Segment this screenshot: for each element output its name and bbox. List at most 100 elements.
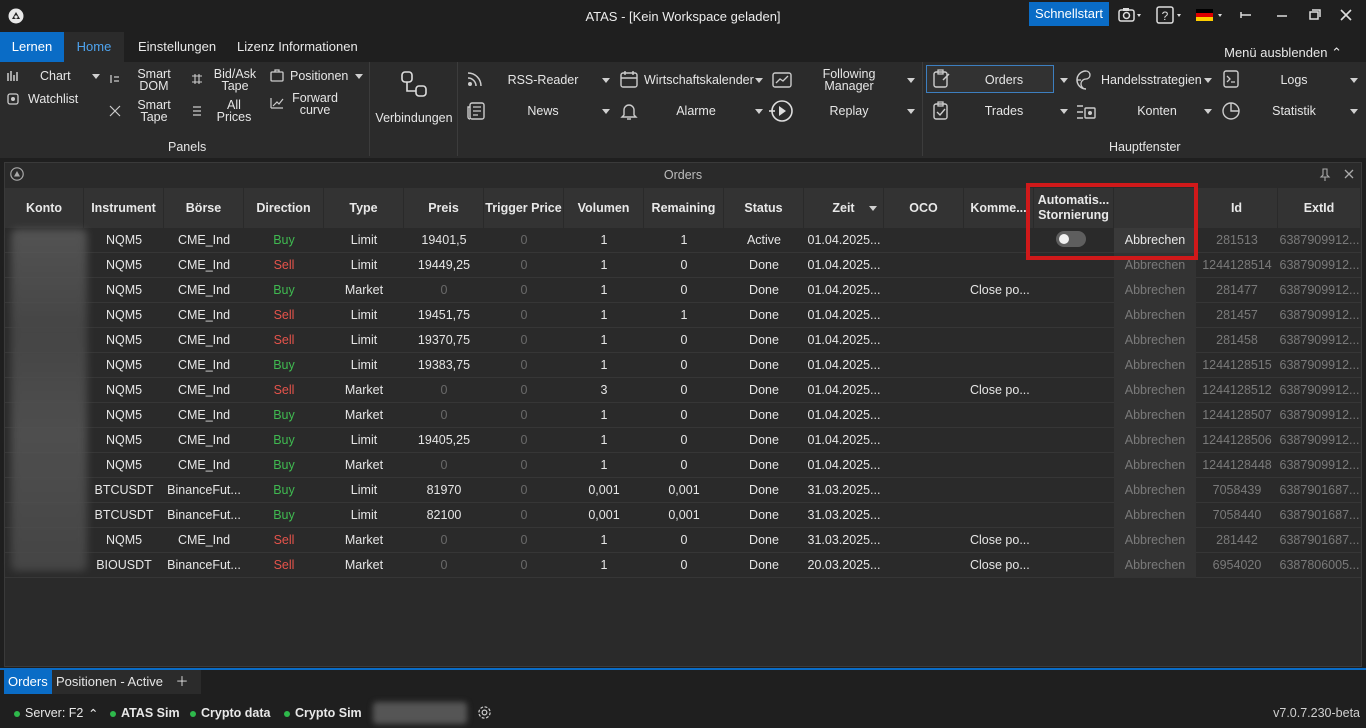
help-icon[interactable]: ? bbox=[1155, 6, 1187, 24]
add-tab-icon[interactable]: ＋ bbox=[163, 670, 201, 694]
cancel-order-button[interactable]: Abbrechen bbox=[1114, 378, 1196, 403]
column-header-kommentar[interactable]: Komme... bbox=[964, 188, 1034, 228]
replay-dropdown-icon[interactable] bbox=[907, 109, 915, 114]
table-row[interactable]: NQM5 CME_Ind Sell Limit 19451,75 0 1 1 Done 01.04… bbox=[5, 303, 1361, 328]
positionen-button[interactable]: Positionen bbox=[290, 70, 348, 83]
chart-button[interactable]: Chart bbox=[40, 70, 71, 83]
following-dropdown-icon[interactable] bbox=[907, 78, 915, 83]
orders-button[interactable]: Orders bbox=[974, 74, 1034, 87]
table-row[interactable]: NQM5 CME_Ind Sell Market 0 0 1 0 Done 31.03.2025.… bbox=[5, 528, 1361, 553]
tab-positionen-active[interactable]: Positionen - Active bbox=[52, 670, 167, 694]
table-row[interactable]: NQM5 CME_Ind Buy Limit 19383,75 0 1 0 Done 01.04.… bbox=[5, 353, 1361, 378]
smart-dom-button[interactable]: Smart DOM bbox=[134, 68, 174, 93]
table-row[interactable]: NQM5 CME_Ind Sell Limit 19370,75 0 1 0 Done 01.04… bbox=[5, 328, 1361, 353]
cancel-order-button[interactable]: Abbrechen bbox=[1114, 428, 1196, 453]
connection-atas-sim[interactable]: ATAS Sim bbox=[121, 706, 180, 720]
window-minimize-icon[interactable] bbox=[1274, 6, 1290, 24]
connection-crypto-sim[interactable]: Crypto Sim bbox=[295, 706, 362, 720]
panel-close-icon[interactable] bbox=[1343, 168, 1355, 180]
sort-desc-icon[interactable] bbox=[869, 206, 877, 211]
statistik-dropdown-icon[interactable] bbox=[1350, 109, 1358, 114]
column-header-preis[interactable]: Preis bbox=[404, 188, 484, 228]
column-header-trigger-price[interactable]: Trigger Price bbox=[484, 188, 564, 228]
tab-einstellungen[interactable]: Einstellungen bbox=[126, 32, 228, 62]
cancel-order-button[interactable]: Abbrechen bbox=[1114, 328, 1196, 353]
wirtschaftskalender-button[interactable]: Wirtschaftskalender bbox=[644, 74, 754, 87]
orders-dropdown-icon[interactable] bbox=[1060, 78, 1068, 83]
logs-dropdown-icon[interactable] bbox=[1350, 78, 1358, 83]
chart-dropdown-icon[interactable] bbox=[92, 74, 100, 79]
server-label[interactable]: Server: F2 bbox=[25, 706, 83, 720]
camera-icon[interactable] bbox=[1117, 6, 1145, 24]
hide-menu-button[interactable]: Menü ausblenden ⌃ bbox=[1224, 45, 1342, 61]
kalender-dropdown-icon[interactable] bbox=[755, 78, 763, 83]
table-row[interactable]: NQM5 CME_Ind Buy Market 0 0 1 0 Done 01.04.2025..… bbox=[5, 453, 1361, 478]
trades-button[interactable]: Trades bbox=[974, 105, 1034, 118]
konten-dropdown-icon[interactable] bbox=[1204, 109, 1212, 114]
handelsstrategien-button[interactable]: Handelsstrategien bbox=[1101, 74, 1202, 87]
tab-lizenz-informationen[interactable]: Lizenz Informationen bbox=[225, 32, 370, 62]
tab-orders[interactable]: Orders bbox=[4, 670, 52, 694]
column-header-boerse[interactable]: Börse bbox=[164, 188, 244, 228]
rss-dropdown-icon[interactable] bbox=[602, 78, 610, 83]
close-icon[interactable] bbox=[1338, 6, 1354, 24]
rss-reader-button[interactable]: RSS-Reader bbox=[500, 74, 586, 87]
pin-icon[interactable] bbox=[1319, 168, 1331, 182]
logs-button[interactable]: Logs bbox=[1270, 74, 1318, 87]
tab-lernen[interactable]: Lernen bbox=[0, 32, 64, 62]
strategies-dropdown-icon[interactable] bbox=[1204, 78, 1212, 83]
all-prices-button[interactable]: All Prices bbox=[214, 99, 254, 124]
column-header-direction[interactable]: Direction bbox=[244, 188, 324, 228]
column-header-id[interactable]: Id bbox=[1196, 188, 1278, 228]
cancel-order-button[interactable]: Abbrechen bbox=[1114, 303, 1196, 328]
table-row[interactable]: NQM5 CME_Ind Sell Market 0 0 3 0 Done 01.04.2025.… bbox=[5, 378, 1361, 403]
verbindungen-button[interactable]: Verbindungen bbox=[374, 112, 454, 125]
positionen-dropdown-icon[interactable] bbox=[355, 74, 363, 79]
cancel-order-button[interactable]: Abbrechen bbox=[1114, 553, 1196, 578]
cancel-order-button[interactable]: Abbrechen bbox=[1114, 453, 1196, 478]
column-header-type[interactable]: Type bbox=[324, 188, 404, 228]
cancel-order-button[interactable]: Abbrechen bbox=[1114, 478, 1196, 503]
cancel-order-button[interactable]: Abbrechen bbox=[1114, 503, 1196, 528]
column-header-volumen[interactable]: Volumen bbox=[564, 188, 644, 228]
table-row[interactable]: BTCUSDT BinanceFut... Buy Limit 81970 0 0,001 0… bbox=[5, 478, 1361, 503]
table-row[interactable]: BIOUSDT BinanceFut... Sell Market 0 0 1 0 Done 20… bbox=[5, 553, 1361, 578]
cancel-order-button[interactable]: Abbrechen bbox=[1114, 403, 1196, 428]
replay-button[interactable]: Replay bbox=[820, 105, 878, 118]
column-header-konto[interactable]: Konto bbox=[5, 188, 84, 228]
auto-cancel-toggle[interactable] bbox=[1056, 231, 1086, 247]
tab-home[interactable]: Home bbox=[64, 32, 124, 62]
news-button[interactable]: News bbox=[512, 105, 574, 118]
cancel-order-button[interactable]: Abbrechen bbox=[1114, 353, 1196, 378]
watchlist-button[interactable]: Watchlist bbox=[28, 93, 78, 106]
news-dropdown-icon[interactable] bbox=[602, 109, 610, 114]
column-header-remaining[interactable]: Remaining bbox=[644, 188, 724, 228]
following-manager-button[interactable]: Following Manager bbox=[808, 68, 890, 93]
cell-instrument: NQM5 bbox=[105, 283, 143, 297]
settings-gear-icon[interactable] bbox=[477, 705, 492, 720]
column-header-extid[interactable]: ExtId bbox=[1278, 188, 1361, 228]
maximize-icon[interactable] bbox=[1306, 6, 1322, 24]
chevron-up-icon[interactable]: ⌃ bbox=[88, 706, 98, 721]
table-row[interactable]: BTCUSDT BinanceFut... Buy Limit 82100 0 0,001 0… bbox=[5, 503, 1361, 528]
statistik-button[interactable]: Statistik bbox=[1264, 105, 1324, 118]
bidask-tape-button[interactable]: Bid/Ask Tape bbox=[212, 68, 258, 93]
table-row[interactable]: NQM5 CME_Ind Buy Market 0 0 1 0 Done 01.04.2025..… bbox=[5, 403, 1361, 428]
connection-crypto-data[interactable]: Crypto data bbox=[201, 706, 270, 720]
alarme-button[interactable]: Alarme bbox=[668, 105, 724, 118]
column-header-status[interactable]: Status bbox=[724, 188, 804, 228]
cancel-order-button[interactable]: Abbrechen bbox=[1114, 528, 1196, 553]
konten-button[interactable]: Konten bbox=[1124, 105, 1190, 118]
column-header-oco[interactable]: OCO bbox=[884, 188, 964, 228]
smart-tape-button[interactable]: Smart Tape bbox=[134, 99, 174, 124]
quickstart-button[interactable]: Schnellstart bbox=[1029, 2, 1109, 26]
language-flag-icon[interactable] bbox=[1194, 6, 1228, 24]
minimize-icon[interactable] bbox=[1238, 6, 1254, 24]
column-header-instrument[interactable]: Instrument bbox=[84, 188, 164, 228]
trades-dropdown-icon[interactable] bbox=[1060, 109, 1068, 114]
forward-curve-button[interactable]: Forward curve bbox=[292, 92, 338, 117]
table-row[interactable]: NQM5 CME_Ind Buy Market 0 0 1 0 Done 01.04.2025..… bbox=[5, 278, 1361, 303]
table-row[interactable]: NQM5 CME_Ind Buy Limit 19405,25 0 1 0 Done 01.04.… bbox=[5, 428, 1361, 453]
cancel-order-button[interactable]: Abbrechen bbox=[1114, 278, 1196, 303]
alarme-dropdown-icon[interactable] bbox=[755, 109, 763, 114]
